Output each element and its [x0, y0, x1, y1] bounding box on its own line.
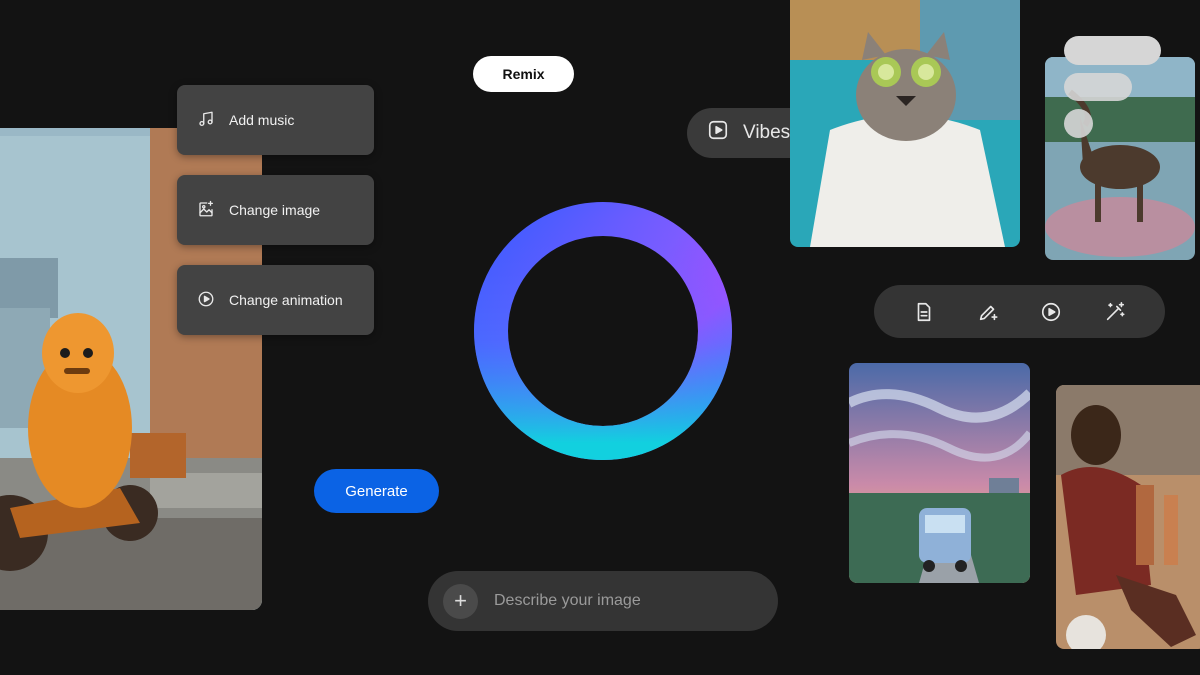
document-icon[interactable] — [908, 296, 940, 328]
image-soccer-player[interactable] — [1056, 385, 1200, 649]
image-cat-cucumbers-pool[interactable] — [790, 0, 1020, 247]
menu-item-label: Change image — [229, 202, 321, 218]
edit-toolbar — [874, 285, 1165, 338]
menu-item-change-image[interactable]: Change image — [177, 175, 374, 245]
play-circle-icon[interactable] — [1035, 296, 1067, 328]
placeholder-dot — [1064, 109, 1093, 138]
vibes-label: Vibes — [743, 122, 791, 143]
image-anime-van-sunset[interactable] — [849, 363, 1030, 583]
image-sparkle-icon — [197, 200, 215, 221]
remix-button[interactable]: Remix — [473, 56, 574, 92]
placeholder-pill — [1064, 73, 1132, 101]
music-note-icon — [197, 110, 215, 131]
menu-item-change-animation[interactable]: Change animation — [177, 265, 374, 335]
play-square-icon — [707, 119, 729, 147]
gradient-ring-loader — [472, 200, 734, 462]
menu-item-label: Add music — [229, 112, 295, 128]
magic-wand-icon[interactable] — [1099, 296, 1131, 328]
pencil-sparkle-icon[interactable] — [972, 296, 1004, 328]
menu-item-add-music[interactable]: Add music — [177, 85, 374, 155]
placeholder-pill — [1064, 36, 1161, 65]
play-circle-icon — [197, 290, 215, 311]
prompt-input-bar[interactable]: + Describe your image — [428, 571, 778, 631]
generate-button[interactable]: Generate — [314, 469, 439, 513]
plus-icon[interactable]: + — [443, 583, 478, 619]
menu-item-label: Change animation — [229, 292, 343, 308]
prompt-input-placeholder[interactable]: Describe your image — [494, 592, 641, 610]
